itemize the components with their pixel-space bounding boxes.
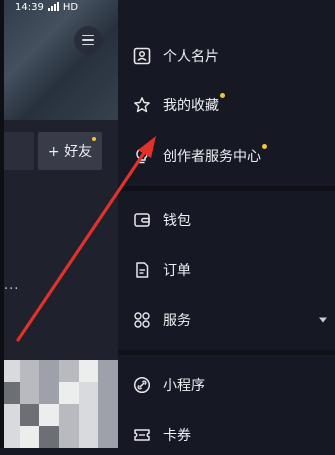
network-type: HD [62, 1, 79, 13]
lightbulb-icon [133, 147, 151, 165]
menu-item-label: 创作者服务中心 [163, 144, 267, 166]
edit-profile-button[interactable] [0, 132, 34, 170]
wallet-icon [133, 211, 151, 229]
menu-item-wallet[interactable]: 钱包 [118, 200, 335, 240]
menu-item-label: 钱包 [163, 213, 191, 229]
notification-dot [92, 137, 96, 141]
add-friend-button[interactable]: + 好友 [38, 132, 102, 170]
more-icon[interactable]: ... [4, 278, 19, 293]
chevron-down-icon[interactable] [319, 317, 327, 323]
id-card-icon [133, 47, 151, 65]
menu-item-coupons[interactable]: 卡券 [118, 415, 335, 455]
status-time: 14:39 [15, 1, 44, 13]
left-edge [0, 0, 4, 448]
link-icon [133, 376, 151, 394]
menu-item-label: 小程序 [163, 378, 205, 394]
menu-item-services[interactable]: 服务 [118, 300, 335, 340]
new-dot [262, 144, 267, 149]
new-dot [220, 93, 225, 98]
menu-item-favorites[interactable]: 我的收藏 [118, 85, 335, 125]
signal-icon [47, 2, 59, 11]
menu-item-orders[interactable]: 订单 [118, 250, 335, 290]
section-divider [118, 186, 335, 191]
menu-item-mini-programs[interactable]: 小程序 [118, 365, 335, 405]
menu-item-business-card[interactable]: 个人名片 [118, 36, 335, 76]
status-bar-left: 14:39 HD [15, 0, 78, 14]
menu-item-creator-center[interactable]: 创作者服务中心 [118, 136, 335, 176]
menu-item-label: 卡券 [163, 428, 191, 444]
menu-icon[interactable] [74, 26, 102, 54]
menu-item-label: 服务 [163, 313, 191, 329]
side-drawer-menu: 个人名片 我的收藏 创作者服务中心 钱包 订单 服务 小程序 卡券 [118, 0, 335, 448]
coupon-icon [133, 426, 151, 444]
menu-item-label: 个人名片 [163, 49, 219, 65]
section-divider [118, 350, 335, 355]
star-icon [133, 96, 151, 114]
menu-item-label: 我的收藏 [163, 93, 225, 115]
menu-item-label: 订单 [163, 263, 191, 279]
grid-icon [133, 311, 151, 329]
profile-banner [0, 0, 118, 120]
add-friend-label: + 好友 [47, 144, 93, 160]
blurred-content [0, 360, 118, 448]
background-profile-page: + 好友 ... [0, 0, 118, 448]
order-icon [133, 261, 151, 279]
